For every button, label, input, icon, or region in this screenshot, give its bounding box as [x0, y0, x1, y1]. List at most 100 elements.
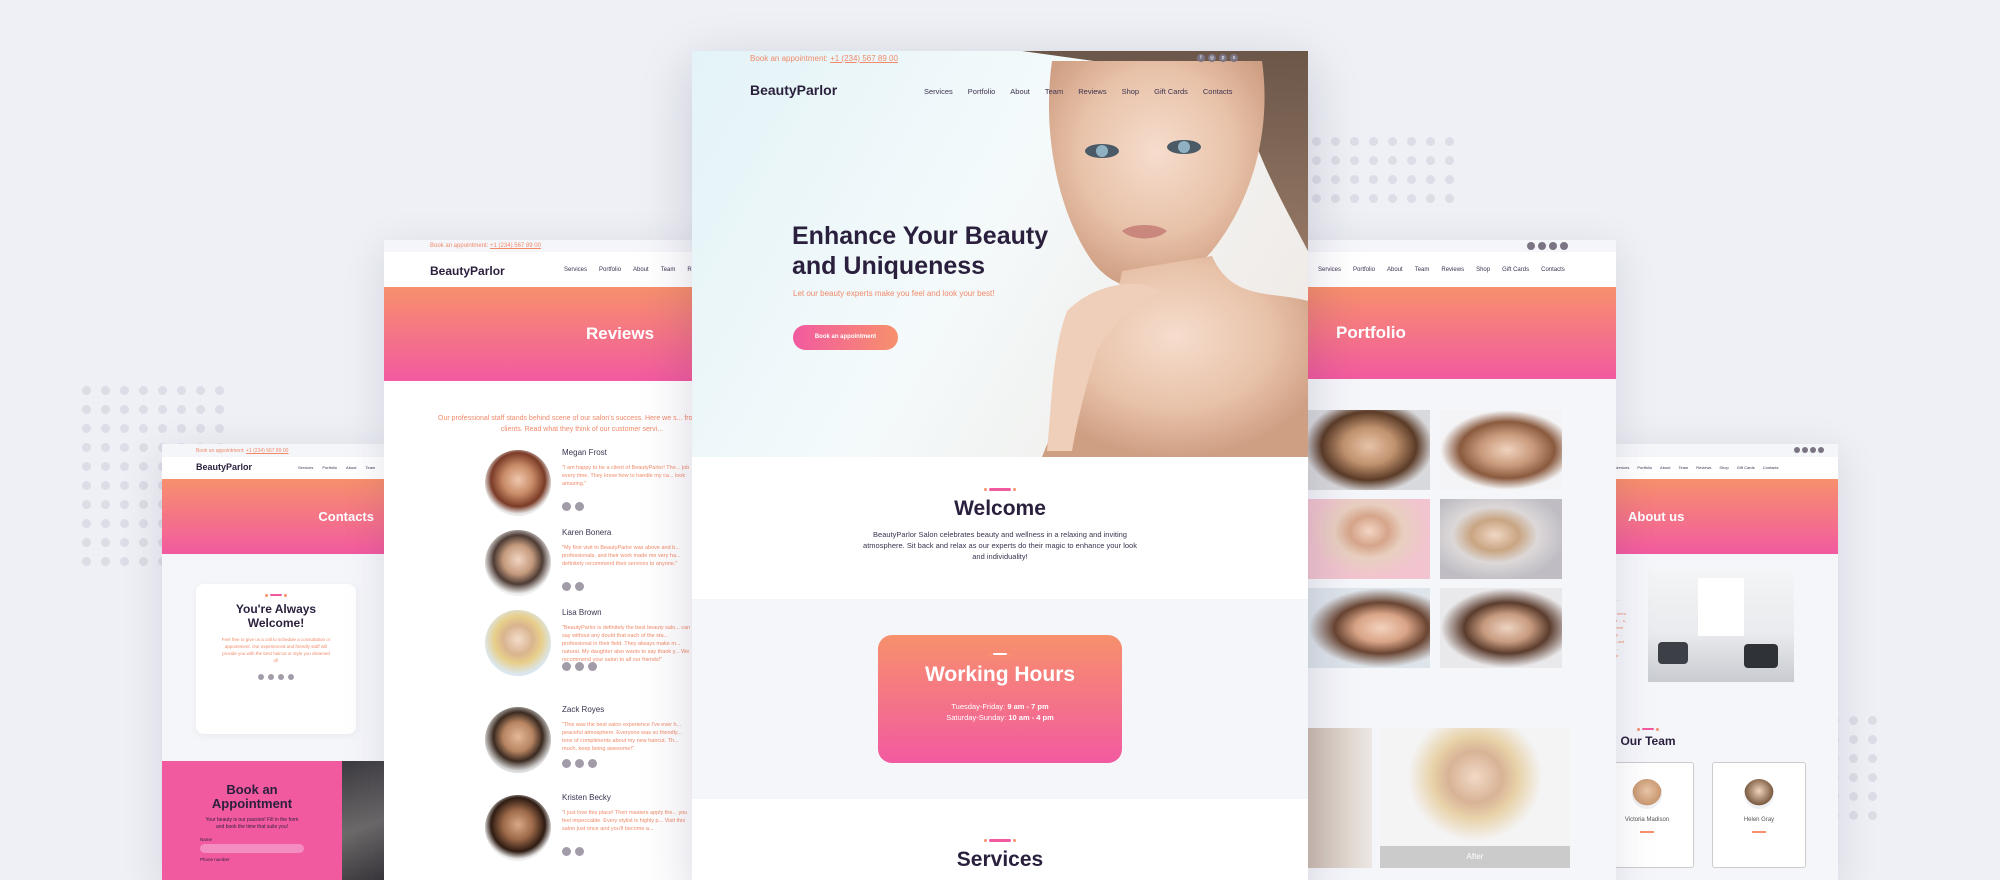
phone-link[interactable]: +1 (234) 567 89 00 — [830, 54, 898, 63]
home-nav: Services Portfolio About Team Reviews Sh… — [924, 87, 1232, 96]
nav-contacts[interactable]: Contacts — [1541, 267, 1565, 273]
pinterest-icon[interactable] — [278, 674, 284, 680]
after-photo[interactable]: After — [1380, 728, 1570, 868]
nav-about[interactable]: About — [633, 267, 649, 273]
facebook-icon[interactable] — [562, 662, 571, 671]
skype-icon[interactable] — [1818, 447, 1824, 453]
portfolio-photo-4[interactable] — [1440, 499, 1562, 579]
google-plus-icon[interactable] — [575, 582, 584, 591]
facebook-icon[interactable]: f — [1197, 54, 1205, 62]
portfolio-photo-5[interactable] — [1308, 588, 1430, 668]
instagram-icon[interactable] — [588, 759, 597, 768]
contacts-logo[interactable]: BeautyParlor — [196, 462, 252, 472]
instagram-icon[interactable] — [1538, 242, 1546, 250]
reviews-logo[interactable]: BeautyParlor — [430, 264, 505, 278]
pinterest-icon[interactable] — [1810, 447, 1816, 453]
instagram-icon[interactable] — [575, 502, 584, 511]
nav-contacts[interactable]: Contacts — [1763, 465, 1779, 470]
instagram-icon[interactable] — [268, 674, 274, 680]
facebook-icon[interactable] — [562, 502, 571, 511]
google-plus-icon[interactable] — [575, 662, 584, 671]
book-title-2: Appointment — [211, 796, 293, 811]
nav-gift-cards[interactable]: Gift Cards — [1737, 465, 1755, 470]
reviewer-avatar — [485, 610, 551, 676]
portfolio-photo-2[interactable] — [1440, 410, 1562, 490]
reviewer-social — [562, 847, 584, 856]
facebook-icon[interactable] — [562, 847, 571, 856]
instagram-icon[interactable]: ◎ — [1208, 54, 1216, 62]
home-logo[interactable]: BeautyParlor — [750, 82, 837, 98]
reviewer-avatar — [485, 707, 551, 773]
book-appointment-section: Book an Appointment Your beauty is our p… — [162, 761, 342, 880]
nav-portfolio[interactable]: Portfolio — [1353, 267, 1375, 273]
nav-reviews[interactable]: Reviews — [1696, 465, 1711, 470]
home-page-preview: Book an appointment: +1 (234) 567 89 00 … — [692, 51, 1308, 880]
nav-portfolio[interactable]: Portfolio — [599, 267, 621, 273]
nav-reviews[interactable]: Reviews — [1441, 267, 1464, 273]
appointment-text: Book an appointment: — [430, 243, 489, 249]
skype-icon[interactable]: s — [1230, 54, 1238, 62]
instagram-icon[interactable] — [588, 662, 597, 671]
phone-link[interactable]: +1 (234) 567 89 00 — [490, 243, 541, 249]
reviews-page-preview: Book an appointment: +1 (234) 567 89 00 … — [384, 240, 700, 880]
reviews-banner-title: Reviews — [586, 324, 655, 343]
facebook-icon[interactable] — [562, 582, 571, 591]
instagram-icon[interactable] — [1802, 447, 1808, 453]
book-appointment-button[interactable]: Book an appointment — [793, 325, 898, 350]
nav-team[interactable]: Team — [365, 465, 375, 470]
portfolio-photo-3[interactable] — [1308, 499, 1430, 579]
nav-contacts[interactable]: Contacts — [1203, 87, 1233, 96]
pinterest-icon[interactable]: p — [1219, 54, 1227, 62]
facebook-icon[interactable] — [1527, 242, 1535, 250]
nav-portfolio[interactable]: Portfolio — [322, 465, 337, 470]
nav-team[interactable]: Team — [1678, 465, 1688, 470]
nav-portfolio[interactable]: Portfolio — [968, 87, 996, 96]
portfolio-page-preview: Services Portfolio About Team Reviews Sh… — [1300, 240, 1616, 880]
portfolio-nav: Services Portfolio About Team Reviews Sh… — [1318, 267, 1565, 273]
facebook-icon[interactable] — [562, 759, 571, 768]
portfolio-photo-6[interactable] — [1440, 588, 1562, 668]
nav-services[interactable]: Services — [298, 465, 313, 470]
nav-team[interactable]: Team — [1415, 267, 1430, 273]
before-photo[interactable] — [1300, 728, 1372, 868]
nav-about[interactable]: About — [1010, 87, 1030, 96]
google-plus-icon[interactable] — [575, 759, 584, 768]
nav-team[interactable]: Team — [661, 267, 676, 273]
nav-team[interactable]: Team — [1045, 87, 1063, 96]
appointment-text: Book an appointment: — [750, 54, 828, 63]
review-quote: "BeautyParlor is definitely the best bea… — [562, 625, 691, 663]
welcome-title: Welcome — [954, 497, 1046, 520]
reviewer-name: Megan Frost — [562, 448, 607, 457]
facebook-icon[interactable] — [1794, 447, 1800, 453]
reviews-banner: Reviews — [384, 287, 700, 381]
nav-about[interactable]: About — [1387, 267, 1403, 273]
nav-shop[interactable]: Shop — [1122, 87, 1140, 96]
name-label: Name — [200, 837, 213, 842]
nav-gift-cards[interactable]: Gift Cards — [1154, 87, 1188, 96]
divider-icon — [265, 594, 287, 597]
phone-link[interactable]: +1 (234) 567 89 00 — [246, 448, 288, 454]
nav-about[interactable]: About — [346, 465, 356, 470]
contacts-banner: Contacts — [162, 479, 392, 554]
welcome-text: BeautyParlor Salon celebrates beauty and… — [863, 530, 1137, 561]
nav-shop[interactable]: Shop — [1476, 267, 1490, 273]
portfolio-photo-1[interactable] — [1308, 410, 1430, 490]
nav-services[interactable]: Services — [1614, 465, 1629, 470]
book-title-1: Book an — [226, 782, 278, 797]
nav-services[interactable]: Services — [924, 87, 953, 96]
nav-about[interactable]: About — [1660, 465, 1670, 470]
name-field[interactable] — [200, 844, 304, 853]
facebook-icon[interactable] — [258, 674, 264, 680]
nav-gift-cards[interactable]: Gift Cards — [1502, 267, 1529, 273]
twitter-icon[interactable] — [575, 847, 584, 856]
nav-services[interactable]: Services — [564, 267, 587, 273]
team-card-2[interactable]: Helen Gray — [1712, 762, 1806, 868]
pinterest-icon[interactable] — [1549, 242, 1557, 250]
nav-services[interactable]: Services — [1318, 267, 1341, 273]
nav-reviews[interactable]: Reviews — [1078, 87, 1106, 96]
skype-icon[interactable] — [1560, 242, 1568, 250]
skype-icon[interactable] — [288, 674, 294, 680]
nav-shop[interactable]: Shop — [1719, 465, 1728, 470]
nav-portfolio[interactable]: Portfolio — [1637, 465, 1652, 470]
contacts-topbar: Book an appointment: +1 (234) 567 89 00 — [196, 448, 288, 454]
